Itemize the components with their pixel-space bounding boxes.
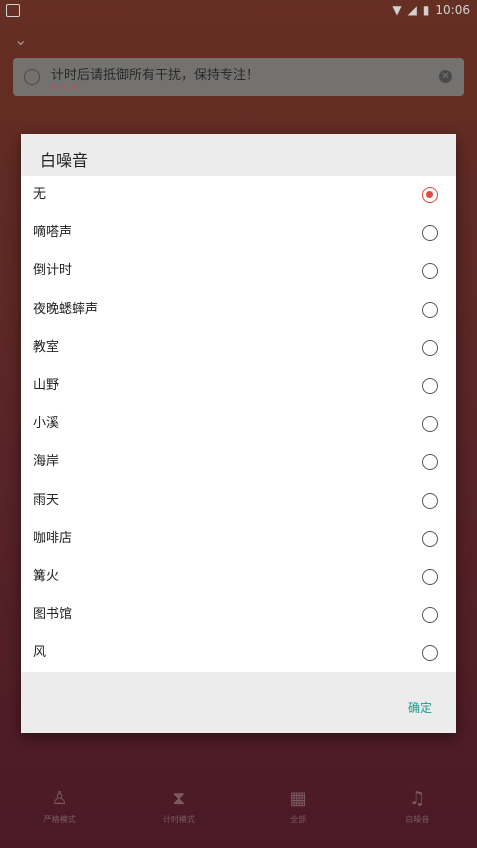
option-row[interactable]: 海岸 <box>21 443 456 481</box>
radio-button[interactable] <box>422 339 438 356</box>
white-noise-dialog: 白噪音 无嘀嗒声倒计时夜晚蟋蟀声教室山野小溪海岸雨天咖啡店篝火图书馆风 确定 <box>21 134 456 733</box>
radio-button[interactable] <box>422 607 438 624</box>
option-label: 夜晚蟋蟀声 <box>33 301 99 317</box>
option-label: 海岸 <box>33 454 60 470</box>
option-label: 篝火 <box>33 568 60 584</box>
radio-button[interactable] <box>422 225 438 242</box>
dialog-title: 白噪音 <box>40 151 89 170</box>
radio-button[interactable] <box>422 492 438 509</box>
radio-button[interactable] <box>422 416 438 433</box>
option-row[interactable]: 风 <box>21 634 456 672</box>
option-label: 雨天 <box>33 492 60 508</box>
option-label: 倒计时 <box>33 263 73 279</box>
option-row[interactable]: 篝火 <box>21 558 456 596</box>
option-row[interactable]: 山野 <box>21 367 456 405</box>
option-row[interactable]: 雨天 <box>21 482 456 520</box>
confirm-button[interactable]: 确定 <box>408 699 432 716</box>
radio-button[interactable] <box>422 454 438 471</box>
option-row[interactable]: 咖啡店 <box>21 520 456 558</box>
option-label: 风 <box>33 645 47 661</box>
option-row[interactable]: 无 <box>21 176 456 214</box>
radio-button[interactable] <box>422 187 438 203</box>
radio-button[interactable] <box>422 645 438 662</box>
radio-button[interactable] <box>422 301 438 318</box>
radio-button[interactable] <box>422 377 438 394</box>
option-label: 教室 <box>33 339 60 355</box>
option-label: 图书馆 <box>33 607 73 623</box>
option-row[interactable]: 图书馆 <box>21 596 456 634</box>
option-list: 无嘀嗒声倒计时夜晚蟋蟀声教室山野小溪海岸雨天咖啡店篝火图书馆风 <box>21 176 456 672</box>
option-label: 无 <box>33 187 47 202</box>
option-row[interactable]: 小溪 <box>21 405 456 443</box>
option-row[interactable]: 夜晚蟋蟀声 <box>21 291 456 329</box>
option-row[interactable]: 嘀嗒声 <box>21 214 456 252</box>
option-row[interactable]: 倒计时 <box>21 252 456 290</box>
option-label: 小溪 <box>33 416 60 432</box>
option-label: 嘀嗒声 <box>33 225 73 241</box>
radio-button[interactable] <box>422 530 438 547</box>
radio-button[interactable] <box>422 568 438 585</box>
option-label: 咖啡店 <box>33 530 73 546</box>
radio-button[interactable] <box>422 263 438 280</box>
option-label: 山野 <box>33 377 60 393</box>
option-row[interactable]: 教室 <box>21 329 456 367</box>
